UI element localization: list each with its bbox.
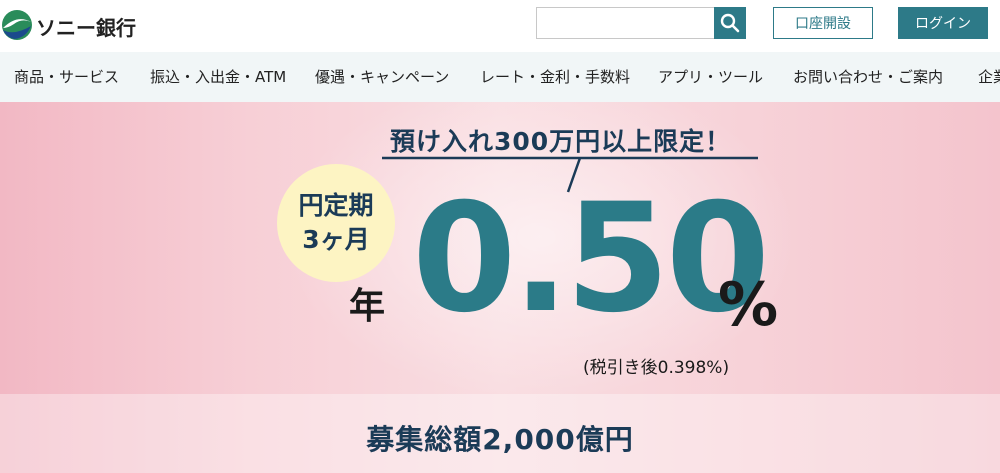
rate-prefix: 年 — [349, 286, 386, 327]
total-raised: 募集総額2,000億円 — [366, 423, 634, 456]
sony-bank-logo[interactable]: ソニー銀行 — [0, 6, 150, 46]
logo-text: ソニー銀行 — [36, 16, 136, 40]
nav-item-transfer-atm[interactable]: 振込・入出金・ATM — [150, 52, 286, 102]
open-account-button[interactable]: 口座開設 — [773, 7, 873, 39]
nav-item-apps-tools[interactable]: アプリ・ツール — [658, 52, 763, 102]
logo-mark-icon — [2, 10, 32, 40]
after-tax-rate: (税引き後0.398%) — [583, 358, 730, 378]
interest-rate: 0.50 — [412, 172, 770, 346]
site-header: ソニー銀行 口座開設 ログイン — [0, 0, 1000, 52]
nav-item-rates-fees[interactable]: レート・金利・手数料 — [480, 52, 630, 102]
nav-item-corporate[interactable]: 企業 — [978, 52, 1000, 102]
search-icon — [720, 13, 740, 33]
badge-product-name: 円定期 — [298, 191, 374, 220]
nav-item-contact[interactable]: お問い合わせ・ご案内 — [793, 52, 943, 102]
hero-headline: 預け入れ300万円以上限定！ — [390, 127, 732, 156]
main-nav: 商品・サービス 振込・入出金・ATM 優遇・キャンペーン レート・金利・手数料 … — [0, 52, 1000, 102]
login-button[interactable]: ログイン — [898, 7, 988, 39]
hero-banner[interactable]: 預け入れ300万円以上限定！ 円定期 3ヶ月 年 0.50 % (税引き後0.3… — [0, 102, 1000, 473]
badge-term: 3ヶ月 — [302, 225, 370, 254]
rate-unit: % — [718, 270, 779, 340]
nav-item-campaigns[interactable]: 優遇・キャンペーン — [315, 52, 449, 102]
product-badge: 円定期 3ヶ月 — [277, 164, 395, 282]
search-input[interactable] — [536, 7, 716, 39]
nav-item-products[interactable]: 商品・サービス — [14, 52, 119, 102]
search-button[interactable] — [714, 7, 746, 39]
